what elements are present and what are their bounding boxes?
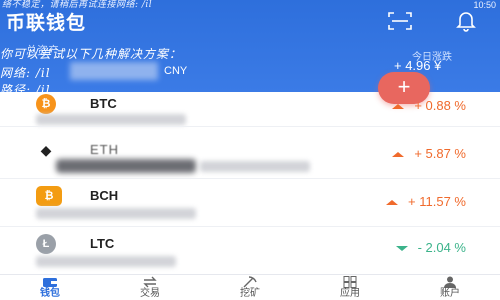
nav-label: 钱包 bbox=[40, 288, 60, 299]
coin-row-btc[interactable]: ₿ BTC + 0.88 % bbox=[0, 92, 500, 138]
change-percent: + 5.87 % bbox=[392, 146, 466, 161]
coin-symbol: LTC bbox=[90, 236, 115, 251]
down-triangle-icon bbox=[395, 246, 408, 252]
nav-item-wallet[interactable]: 钱包 bbox=[20, 275, 80, 300]
ltc-logo-icon: Ł bbox=[36, 234, 56, 254]
divider bbox=[0, 178, 500, 179]
change-percent: + 11.57 % bbox=[386, 194, 466, 209]
nav-label: 应用 bbox=[340, 288, 360, 299]
bch-logo-icon: ₿ bbox=[36, 186, 62, 206]
coin-symbol: BCH bbox=[90, 188, 119, 203]
coin-value-blurred bbox=[200, 161, 310, 172]
account-icon bbox=[444, 276, 456, 288]
change-percent: - 2.04 % bbox=[395, 240, 466, 255]
exchange-icon bbox=[143, 276, 157, 288]
bottom-nav: 钱包 交易 挖矿 应用 账户 bbox=[0, 274, 500, 300]
wallet-icon bbox=[43, 278, 57, 287]
divider bbox=[0, 226, 500, 227]
coin-balance-blurred bbox=[36, 208, 196, 219]
nav-item-mining[interactable]: 挖矿 bbox=[220, 275, 280, 300]
error-overlay-line: 你可以尝试以下几种解决方案： bbox=[0, 47, 183, 61]
coin-symbol: BTC bbox=[90, 96, 117, 111]
up-triangle-icon bbox=[386, 200, 399, 206]
coin-symbol: ETH bbox=[90, 142, 119, 157]
coin-row-bch[interactable]: ₿ BCH + 11.57 % bbox=[0, 184, 500, 230]
nav-item-account[interactable]: 账户 bbox=[420, 275, 480, 300]
coin-balance-blurred bbox=[56, 159, 196, 173]
apps-icon bbox=[343, 276, 357, 288]
divider bbox=[0, 126, 500, 127]
mining-icon bbox=[243, 276, 257, 288]
change-value: - 2.04 % bbox=[417, 240, 466, 255]
change-value: + 5.87 % bbox=[414, 146, 466, 161]
nav-label: 账户 bbox=[440, 288, 460, 299]
app-title: 币联钱包 bbox=[6, 13, 87, 34]
status-time: 10:50 bbox=[473, 0, 496, 10]
nav-label: 交易 bbox=[140, 288, 160, 299]
up-triangle-icon bbox=[392, 152, 405, 158]
currency-label[interactable]: CNY bbox=[164, 65, 187, 77]
total-balance-blurred bbox=[70, 62, 158, 80]
change-value: + 0.88 % bbox=[414, 98, 466, 113]
bell-icon[interactable] bbox=[456, 10, 476, 32]
change-percent: + 0.88 % bbox=[392, 98, 466, 113]
nav-label: 挖矿 bbox=[240, 288, 260, 299]
coin-balance-blurred bbox=[36, 114, 186, 125]
change-value: + 11.57 % bbox=[408, 194, 466, 209]
today-gain-value: + 4.96 ¥ bbox=[394, 58, 442, 73]
coin-row-ltc[interactable]: Ł LTC - 2.04 % bbox=[0, 232, 500, 278]
scan-icon[interactable] bbox=[388, 12, 412, 30]
nav-item-apps[interactable]: 应用 bbox=[320, 275, 380, 300]
error-overlay-line: 网络: /il bbox=[0, 66, 51, 80]
eth-logo-icon: ◆ bbox=[36, 140, 56, 160]
up-triangle-icon bbox=[392, 104, 405, 110]
btc-logo-icon: ₿ bbox=[36, 94, 56, 114]
wallet-screen: 络不稳定，请稍后再试连接网络: /il 10:50 币联钱包 总资产 CNY 今… bbox=[0, 0, 500, 300]
nav-item-trade[interactable]: 交易 bbox=[120, 275, 180, 300]
coin-balance-blurred bbox=[36, 256, 176, 267]
